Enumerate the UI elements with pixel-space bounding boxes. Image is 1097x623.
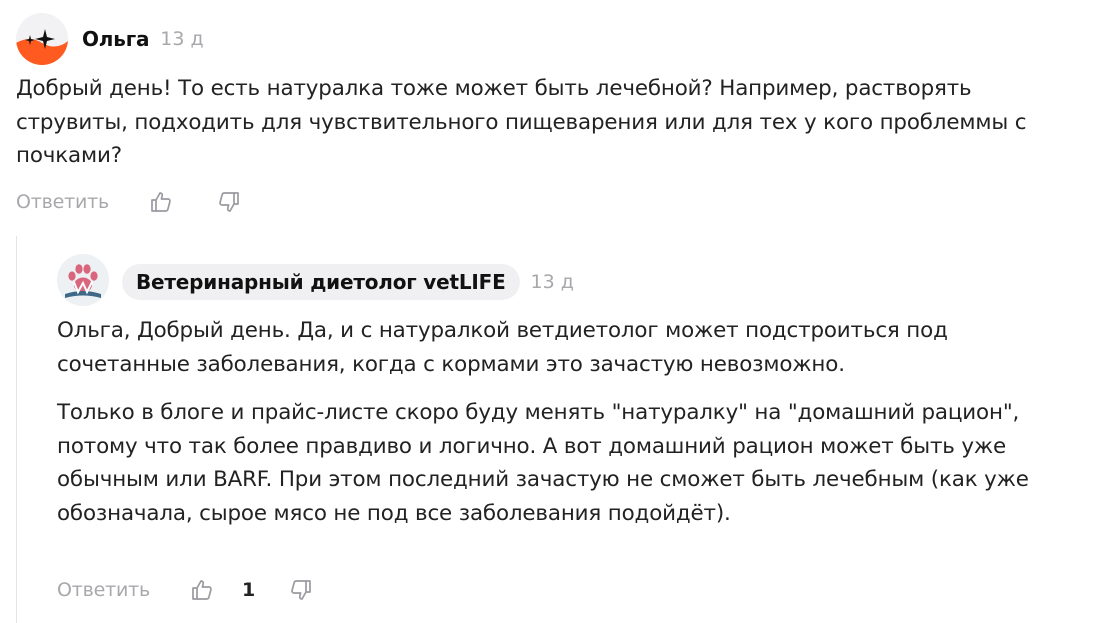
comment-text: Добрый день! То есть натуралка тоже може…	[16, 72, 1086, 173]
thumbs-down-icon	[291, 580, 312, 600]
dislike-button[interactable]	[216, 189, 242, 215]
reply-button[interactable]: Ответить	[57, 579, 150, 601]
reply-button[interactable]: Ответить	[16, 191, 109, 213]
author-name[interactable]: Ольга	[82, 27, 149, 51]
comment-text: Ольга, Добрый день. Да, и с натуралкой в…	[57, 314, 1087, 381]
avatar[interactable]	[16, 13, 68, 65]
comment-paragraph: Ольга, Добрый день. Да, и с натуралкой в…	[57, 318, 948, 377]
thumbs-up-icon	[192, 580, 212, 600]
author-line: Ветеринарный диетолог vetLIFE 13 д	[122, 263, 574, 301]
like-button[interactable]	[189, 577, 215, 603]
comment-actions: Ответить 1	[57, 575, 314, 605]
thumbs-up-icon	[151, 192, 171, 212]
thumbs-down-icon	[219, 192, 239, 212]
like-button[interactable]	[148, 189, 174, 215]
author-name[interactable]: Ветеринарный диетолог vetLIFE	[122, 264, 520, 300]
sparkle-avatar-icon	[16, 13, 68, 65]
author-line: Ольга 13 д	[82, 24, 204, 54]
comment-paragraph: Только в блоге и прайс-листе скоро буду …	[57, 400, 1029, 526]
comment-actions: Ответить	[16, 187, 242, 217]
avatar[interactable]	[57, 254, 109, 306]
reply-thread-line	[16, 236, 17, 623]
paw-logo-icon	[57, 254, 109, 306]
comment-time: 13 д	[160, 28, 204, 50]
dislike-button[interactable]	[288, 577, 314, 603]
like-count: 1	[242, 579, 256, 601]
comment-paragraph: Добрый день! То есть натуралка тоже може…	[16, 76, 1027, 168]
comment-time: 13 д	[530, 271, 574, 293]
comment-text: Только в блоге и прайс-листе скоро буду …	[57, 396, 1087, 530]
